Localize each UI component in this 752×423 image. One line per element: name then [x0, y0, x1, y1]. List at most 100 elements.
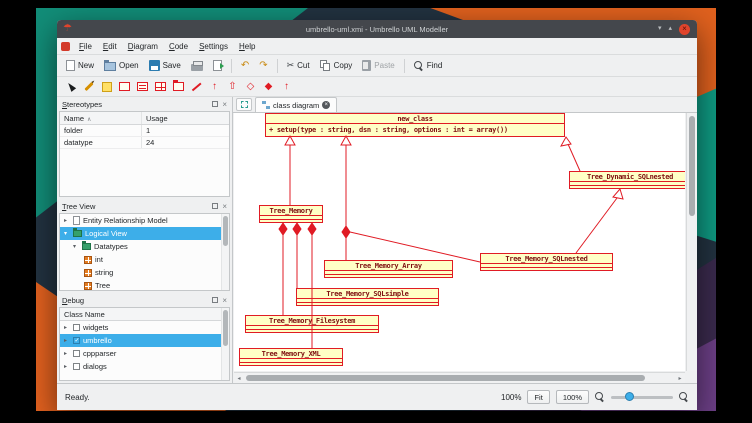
- stereotypes-table[interactable]: Name Usage folder 1 datatype 24: [59, 111, 230, 197]
- save-button[interactable]: Save: [145, 58, 185, 73]
- column-usage-label[interactable]: Usage: [142, 114, 229, 123]
- expander-icon[interactable]: [64, 324, 70, 331]
- find-button[interactable]: Find: [410, 59, 447, 73]
- sort-ascending-icon: [87, 114, 91, 123]
- scrollbar-thumb[interactable]: [223, 216, 228, 246]
- expander-icon[interactable]: [64, 363, 70, 370]
- expander-icon[interactable]: [64, 337, 70, 344]
- uml-class-tree-memory-sqlsimple[interactable]: Tree_Memory_SQLsimple: [296, 288, 439, 306]
- zoom-out-icon[interactable]: [595, 392, 605, 402]
- close-panel-icon[interactable]: [222, 297, 227, 304]
- scroll-right-icon[interactable]: [675, 375, 685, 382]
- tree-item-datatypes[interactable]: Datatypes: [60, 240, 229, 253]
- box-tool[interactable]: [117, 79, 132, 94]
- table-row[interactable]: datatype 24: [60, 137, 229, 149]
- zoom-slider-handle[interactable]: [625, 392, 634, 401]
- paste-button[interactable]: Paste: [358, 58, 398, 73]
- cut-button[interactable]: Cut: [283, 58, 314, 73]
- new-diagram-tab-button[interactable]: [236, 98, 252, 111]
- copy-button[interactable]: Copy: [316, 58, 357, 73]
- close-panel-icon[interactable]: [222, 101, 227, 108]
- maximize-button[interactable]: [668, 25, 672, 33]
- dependency-tool[interactable]: [279, 79, 294, 94]
- tree-item-entity-relationship-model[interactable]: Entity Relationship Model: [60, 214, 229, 227]
- new-button[interactable]: New: [62, 58, 98, 73]
- tree-item-logical-view[interactable]: Logical View: [60, 227, 229, 240]
- undo-button[interactable]: [237, 59, 253, 73]
- debug-item-umbrello[interactable]: umbrello: [60, 334, 229, 347]
- close-button[interactable]: [679, 24, 690, 35]
- tree-view[interactable]: Entity Relationship Model Logical View D…: [59, 213, 230, 291]
- zoom-slider[interactable]: [611, 396, 673, 399]
- uml-class-tree-dynamic-sqlnested[interactable]: Tree_Dynamic_SQLnested: [569, 171, 685, 189]
- canvas-horizontal-scrollbar[interactable]: [234, 372, 685, 383]
- association-tool[interactable]: [189, 79, 204, 94]
- expander-icon[interactable]: [73, 243, 79, 250]
- debug-list[interactable]: Class Name widgets umbrello cppparser di: [59, 307, 230, 381]
- redo-button[interactable]: [255, 59, 271, 73]
- tree-item-tree[interactable]: Tree: [60, 279, 229, 291]
- tree-item-string[interactable]: string: [60, 266, 229, 279]
- table-row[interactable]: folder 1: [60, 125, 229, 137]
- tab-class-diagram[interactable]: class diagram: [255, 97, 337, 112]
- stereotypes-table-header[interactable]: Name Usage: [60, 112, 229, 125]
- menu-settings[interactable]: Settings: [194, 40, 233, 53]
- debug-item-widgets[interactable]: widgets: [60, 321, 229, 334]
- directed-association-tool[interactable]: [207, 79, 222, 94]
- menu-code[interactable]: Code: [164, 40, 193, 53]
- uml-class-new-class[interactable]: new_class + setup(type : string, dsn : s…: [265, 113, 565, 137]
- scroll-left-icon[interactable]: [234, 375, 244, 382]
- datatype-tool[interactable]: [153, 79, 168, 94]
- uml-class-tree-memory-array[interactable]: Tree_Memory_Array: [324, 260, 453, 278]
- column-name-label[interactable]: Name: [64, 114, 84, 123]
- scrollbar-thumb[interactable]: [223, 310, 228, 346]
- composition-tool[interactable]: [261, 79, 276, 94]
- tree-item-int[interactable]: int: [60, 253, 229, 266]
- scrollbar-thumb[interactable]: [246, 375, 645, 381]
- diagram-canvas[interactable]: new_class + setup(type : string, dsn : s…: [234, 113, 685, 371]
- close-panel-icon[interactable]: [222, 203, 227, 210]
- scrollbar-thumb[interactable]: [689, 116, 695, 216]
- checkbox[interactable]: [73, 337, 80, 344]
- tree-view-scrollbar[interactable]: [221, 214, 229, 290]
- pencil-tool[interactable]: [81, 79, 96, 94]
- menu-file[interactable]: File: [74, 40, 97, 53]
- class-tool[interactable]: [135, 79, 150, 94]
- checkbox[interactable]: [73, 350, 80, 357]
- tab-close-icon[interactable]: [322, 101, 330, 109]
- menu-help[interactable]: Help: [234, 40, 260, 53]
- float-panel-icon[interactable]: [212, 297, 218, 303]
- debug-item-cppparser[interactable]: cppparser: [60, 347, 229, 360]
- menu-diagram[interactable]: Diagram: [123, 40, 163, 53]
- float-panel-icon[interactable]: [212, 101, 218, 107]
- checkbox[interactable]: [73, 324, 80, 331]
- float-panel-icon[interactable]: [212, 203, 218, 209]
- zoom-select-button[interactable]: 100%: [556, 390, 589, 404]
- expander-icon[interactable]: [64, 350, 70, 357]
- menu-edit[interactable]: Edit: [98, 40, 122, 53]
- note-tool[interactable]: [99, 79, 114, 94]
- fit-button[interactable]: Fit: [527, 390, 549, 404]
- uml-class-tree-memory-filesystem[interactable]: Tree_Memory_Filesystem: [245, 315, 379, 333]
- uml-class-tree-memory-xml[interactable]: Tree_Memory_XML: [239, 348, 343, 366]
- aggregation-tool[interactable]: [243, 79, 258, 94]
- expander-icon[interactable]: [64, 230, 70, 237]
- package-tool[interactable]: [171, 79, 186, 94]
- expander-icon[interactable]: [64, 217, 70, 224]
- generalization-tool[interactable]: [225, 79, 240, 94]
- canvas-vertical-scrollbar[interactable]: [686, 113, 697, 371]
- debug-scrollbar[interactable]: [221, 308, 229, 380]
- select-tool[interactable]: [63, 79, 78, 94]
- print-button[interactable]: [187, 58, 207, 73]
- minimize-button[interactable]: [658, 25, 662, 33]
- checkbox[interactable]: [73, 363, 80, 370]
- cursor-arrow-icon: [65, 81, 75, 92]
- debug-item-dialogs[interactable]: dialogs: [60, 360, 229, 373]
- zoom-in-icon[interactable]: [679, 392, 689, 402]
- uml-class-tree-memory[interactable]: Tree_Memory: [259, 205, 323, 223]
- uml-class-tree-memory-sqlnested[interactable]: Tree_Memory_SQLnested: [480, 253, 613, 271]
- undo-icon: [241, 61, 249, 71]
- export-button[interactable]: [209, 58, 226, 73]
- titlebar[interactable]: umbrello-uml.xmi - Umbrello UML Modeller: [57, 20, 697, 38]
- open-button[interactable]: Open: [100, 58, 143, 73]
